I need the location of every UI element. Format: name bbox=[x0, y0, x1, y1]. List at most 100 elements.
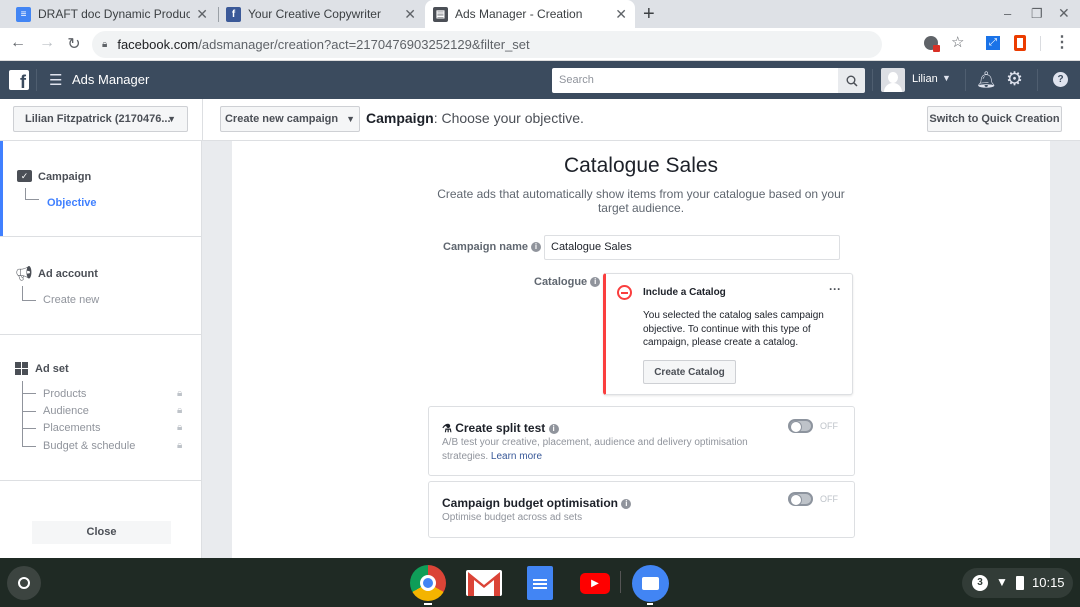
split-test-card: ⚗ Create split test i A/B test your crea… bbox=[428, 406, 855, 476]
split-test-description: A/B test your creative, placement, audie… bbox=[442, 436, 782, 463]
notifications-bell-icon[interactable]: 🔔︎ bbox=[976, 70, 996, 90]
close-window-button[interactable]: ✕ bbox=[1058, 5, 1070, 22]
app-title[interactable]: Ads Manager bbox=[72, 72, 149, 87]
campaign-folder-icon: ✓ bbox=[17, 170, 32, 182]
ad-set-grid-icon bbox=[15, 362, 28, 375]
minimize-button[interactable]: – bbox=[1004, 6, 1011, 21]
split-test-toggle-state: OFF bbox=[820, 421, 838, 431]
extension-icon[interactable]: ⤢ bbox=[986, 36, 1000, 50]
split-test-title: Create split test bbox=[455, 421, 546, 435]
clock: 10:15 bbox=[1032, 575, 1065, 590]
launcher-button[interactable] bbox=[7, 566, 41, 600]
more-options-icon[interactable]: ··· bbox=[829, 282, 841, 296]
subheader-divider bbox=[202, 99, 203, 141]
avatar[interactable] bbox=[881, 68, 905, 92]
forward-arrow-icon[interactable]: → bbox=[37, 34, 57, 52]
settings-gear-icon[interactable]: ⚙ bbox=[1006, 68, 1023, 91]
wifi-icon: ▼ bbox=[996, 575, 1008, 589]
sidebar-divider bbox=[0, 334, 202, 335]
main-panel: Catalogue Sales Create ads that automati… bbox=[232, 141, 1050, 558]
campaign-name-input[interactable]: Catalogue Sales bbox=[544, 235, 840, 260]
help-icon[interactable]: ? bbox=[1053, 72, 1068, 87]
battery-icon bbox=[1016, 576, 1024, 590]
browser-tab[interactable]: ≡ DRAFT doc Dynamic Product Ad ✕ bbox=[8, 0, 216, 28]
browser-tab-active[interactable]: ▤ Ads Manager - Creation ✕ bbox=[425, 0, 635, 28]
account-selector-label: Lilian Fitzpatrick (2170476... bbox=[25, 113, 171, 125]
search-button[interactable] bbox=[838, 68, 865, 93]
sidebar-item-placements[interactable]: Placements bbox=[43, 422, 100, 434]
close-button[interactable]: Close bbox=[32, 521, 171, 544]
files-app-icon[interactable] bbox=[632, 565, 669, 602]
create-campaign-label: Create new campaign bbox=[224, 113, 339, 125]
ad-account-selector[interactable]: Lilian Fitzpatrick (2170476... ▼ bbox=[13, 106, 188, 132]
create-catalog-button[interactable]: Create Catalog bbox=[643, 360, 736, 384]
info-icon[interactable]: i bbox=[548, 423, 559, 434]
user-menu-caret-icon[interactable]: ▼ bbox=[942, 73, 951, 83]
error-minus-icon bbox=[617, 285, 632, 300]
sidebar-item-ad-account[interactable]: Ad account bbox=[38, 268, 98, 280]
tab-title: Ads Manager - Creation bbox=[455, 7, 583, 21]
sidebar-item-ad-set[interactable]: Ad set bbox=[35, 363, 69, 375]
ads-manager-icon: ▤ bbox=[433, 6, 448, 22]
tree-connector bbox=[22, 286, 36, 301]
address-bar[interactable]: 🔒︎ facebook.com/adsmanager/creation?act=… bbox=[92, 31, 882, 58]
tab-title: Your Creative Copywriter bbox=[248, 7, 381, 21]
alert-title: Include a Catalog bbox=[643, 287, 726, 298]
status-tray[interactable]: 3 ▼ 10:15 bbox=[962, 568, 1073, 598]
google-docs-app-icon[interactable] bbox=[527, 566, 553, 600]
close-tab-icon[interactable]: ✕ bbox=[615, 6, 627, 23]
cookie-blocked-icon[interactable] bbox=[924, 36, 940, 52]
user-name[interactable]: Lilian bbox=[912, 73, 938, 85]
reload-icon[interactable]: ↻ bbox=[64, 34, 84, 54]
sidebar-item-create-new[interactable]: Create new bbox=[43, 294, 99, 306]
new-tab-button[interactable]: + bbox=[643, 3, 655, 26]
office-icon[interactable] bbox=[1014, 35, 1026, 51]
header-divider bbox=[1037, 69, 1038, 91]
learn-more-link[interactable]: Learn more bbox=[491, 451, 542, 462]
sidebar-item-products[interactable]: Products bbox=[43, 388, 86, 400]
split-test-heading: ⚗ Create split test i bbox=[442, 421, 559, 435]
header-divider bbox=[872, 69, 873, 91]
budget-optimisation-heading: Campaign budget optimisation i bbox=[442, 496, 632, 510]
lock-icon: 🔒︎ bbox=[177, 388, 183, 399]
alert-body: You selected the catalog sales campaign … bbox=[643, 310, 824, 348]
back-arrow-icon[interactable]: ← bbox=[8, 34, 28, 52]
switch-quick-creation-button[interactable]: Switch to Quick Creation bbox=[927, 106, 1062, 132]
campaign-name-label: Campaign name i bbox=[443, 241, 542, 253]
create-new-campaign-button[interactable]: Create new campaign ▼ bbox=[220, 106, 360, 132]
restore-button[interactable]: ❐ bbox=[1031, 6, 1043, 22]
info-icon[interactable]: i bbox=[590, 277, 601, 288]
close-tab-icon[interactable]: ✕ bbox=[404, 6, 416, 23]
budget-optimisation-toggle[interactable] bbox=[788, 492, 813, 506]
lock-icon: 🔒︎ bbox=[177, 440, 183, 451]
lock-icon: 🔒︎ bbox=[102, 39, 108, 50]
search-input[interactable]: Search bbox=[552, 68, 838, 93]
lock-icon: 🔒︎ bbox=[177, 422, 183, 433]
split-test-toggle[interactable] bbox=[788, 419, 813, 433]
running-app-indicator bbox=[647, 603, 653, 605]
budget-optimisation-card: Campaign budget optimisation i Optimise … bbox=[428, 481, 855, 538]
header-divider bbox=[965, 69, 966, 91]
browser-tab[interactable]: f Your Creative Copywriter ✕ bbox=[218, 0, 424, 28]
facebook-logo[interactable]: f bbox=[9, 70, 29, 90]
page-title: Catalogue Sales bbox=[563, 154, 719, 177]
sidebar-item-audience[interactable]: Audience bbox=[43, 405, 89, 417]
info-icon[interactable]: i bbox=[621, 498, 632, 509]
gmail-app-icon[interactable] bbox=[466, 570, 502, 596]
youtube-app-icon[interactable]: ▶ bbox=[580, 573, 610, 594]
info-icon[interactable]: i bbox=[531, 242, 542, 253]
bookmark-star-icon[interactable]: ☆ bbox=[951, 33, 964, 51]
split-test-desc-text: A/B test your creative, placement, audie… bbox=[442, 437, 748, 462]
sidebar-item-campaign[interactable]: Campaign bbox=[38, 171, 91, 183]
sidebar-item-budget-schedule[interactable]: Budget & schedule bbox=[43, 440, 135, 452]
hamburger-menu-icon[interactable]: ☰ bbox=[49, 71, 62, 89]
sidebar-divider bbox=[0, 236, 202, 237]
tree-connector bbox=[22, 411, 36, 412]
url-path: /adsmanager/creation?act=217047690325212… bbox=[198, 37, 530, 52]
budget-optimisation-toggle-state: OFF bbox=[820, 494, 838, 504]
chrome-app-icon[interactable] bbox=[410, 565, 446, 601]
sidebar-item-objective[interactable]: Objective bbox=[47, 197, 97, 209]
chrome-menu-icon[interactable]: ⋮ bbox=[1054, 32, 1070, 52]
close-tab-icon[interactable]: ✕ bbox=[196, 6, 208, 23]
heading-step: Campaign bbox=[366, 110, 434, 126]
